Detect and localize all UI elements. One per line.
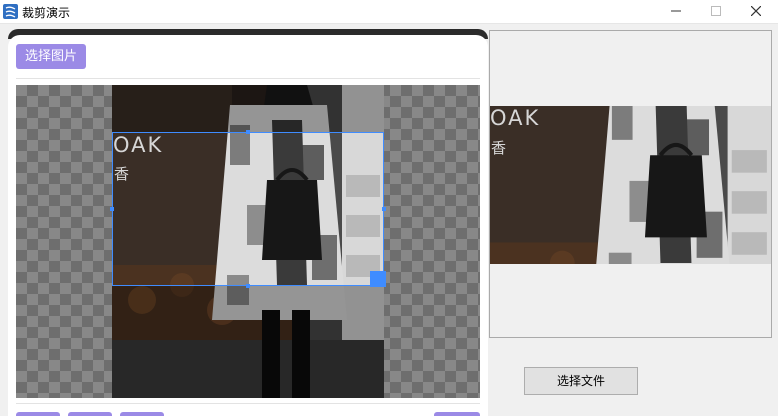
close-button[interactable] xyxy=(736,0,776,23)
minimize-icon xyxy=(671,10,681,12)
crop-editor-panel: 选择图片 OAK 香 xyxy=(8,35,488,416)
crop-handle-right[interactable] xyxy=(382,207,386,211)
preview-brand-text: OAK xyxy=(490,106,541,130)
toolbar-divider xyxy=(16,78,480,79)
select-file-button[interactable]: 选择文件 xyxy=(524,367,638,395)
close-icon xyxy=(751,6,761,16)
crop-canvas[interactable]: OAK 香 xyxy=(16,85,480,398)
preview-glyph-text: 香 xyxy=(491,139,507,157)
minimize-button[interactable] xyxy=(656,0,696,23)
bottom-toolbar-button-1[interactable] xyxy=(16,412,60,416)
crop-handle-left[interactable] xyxy=(110,207,114,211)
bottom-toolbar-button-2[interactable] xyxy=(68,412,112,416)
bottom-divider xyxy=(16,403,480,404)
scissors-app-icon xyxy=(3,4,18,19)
bottom-toolbar-button-3[interactable] xyxy=(120,412,164,416)
title-bar: 裁剪演示 xyxy=(0,0,778,24)
crop-resize-handle[interactable] xyxy=(370,271,386,287)
window-title: 裁剪演示 xyxy=(22,6,71,20)
bottom-toolbar-button-4[interactable] xyxy=(434,412,480,416)
select-image-button[interactable]: 选择图片 xyxy=(16,44,86,69)
crop-handle-top[interactable] xyxy=(246,130,250,134)
crop-selection-box[interactable]: OAK 香 xyxy=(112,132,384,286)
crop-preview-panel: OAK 香 xyxy=(489,30,772,338)
crop-handle-bottom[interactable] xyxy=(246,284,250,288)
photo-glyph-text: 香 xyxy=(114,165,130,183)
cropped-preview-image: OAK 香 xyxy=(490,106,771,264)
maximize-icon xyxy=(711,6,721,16)
maximize-button[interactable] xyxy=(696,0,736,23)
photo-brand-text: OAK xyxy=(113,133,164,157)
